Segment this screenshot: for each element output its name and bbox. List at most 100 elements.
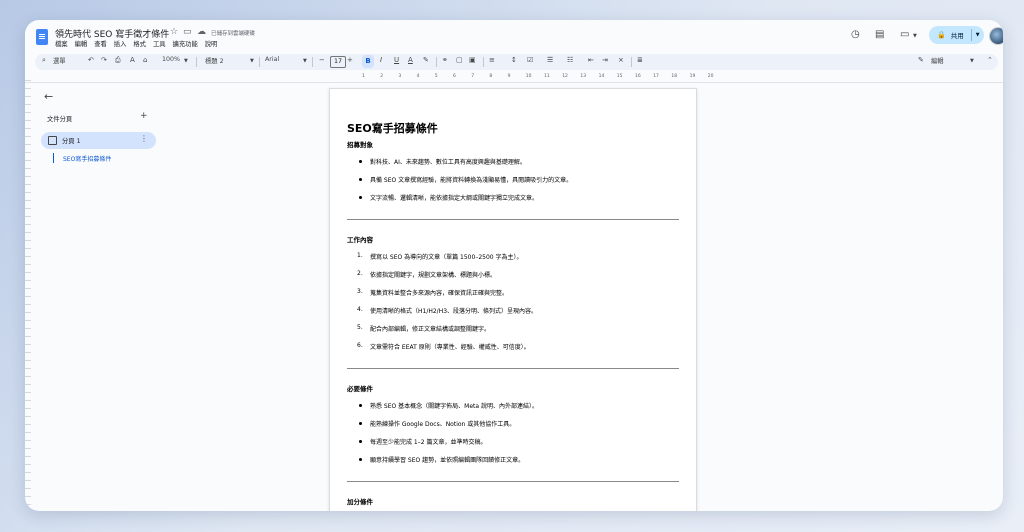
menu-help[interactable]: 說明 [205,39,218,48]
title-bar: 領先時代 SEO 寫手徵才條件 ☆ ▭ ☁ 已儲存到雲端硬碟 檔案 編輯 查看 … [25,20,1003,52]
image-icon[interactable]: ▣ [469,56,476,64]
ruler-mark: 20 [707,74,714,79]
menu-bar: 檔案 編輯 查看 插入 格式 工具 擴充功能 說明 [55,39,217,48]
editing-mode-dropdown-icon[interactable]: ▼ [970,58,974,64]
menu-extensions[interactable]: 擴充功能 [173,39,198,48]
ruler-mark: 12 [562,74,568,79]
decrease-font-size-button[interactable]: − [319,56,325,64]
list-item: 熟悉 SEO 基本概念（關鍵字佈局、Meta 說明、內外部連結）。 [370,403,538,410]
redo-icon[interactable]: ↷ [101,56,107,64]
bold-button[interactable]: B [362,55,374,68]
vertical-ruler[interactable] [25,80,31,511]
underline-button[interactable]: U [394,56,399,64]
comments-icon[interactable]: ▤ [875,29,884,40]
search-icon[interactable]: ⌕ [42,56,46,65]
bullet-list-icon[interactable]: ☰ [547,56,553,64]
ruler-mark: 6 [453,74,456,79]
docs-logo-icon[interactable] [36,29,48,45]
history-icon[interactable]: ◷ [851,29,860,40]
editing-mode-select[interactable]: 編輯 [931,56,944,65]
bullet-icon [359,404,362,407]
avatar[interactable] [989,27,1003,45]
outline-heading-item[interactable]: SEO寫手招募條件 [63,154,111,163]
list-item: 每週至少能完成 1–2 篇文章，並準時交稿。 [370,439,487,446]
clear-formatting-icon[interactable]: ⨯ [618,56,624,64]
link-icon[interactable]: ⚭ [442,56,448,64]
list-item: 依據指定關鍵字，規劃文章架構、標題與小標。 [370,272,497,279]
bullet-icon [359,440,362,443]
menu-insert[interactable]: 插入 [114,39,127,48]
meet-icon[interactable]: ▭ [900,29,909,40]
comment-icon[interactable]: ▢ [456,56,463,64]
ruler-mark: 4 [416,74,420,79]
checklist-icon[interactable]: ☑ [527,56,533,64]
pencil-icon[interactable]: ✎ [918,56,924,64]
star-icon[interactable]: ☆ [170,27,178,37]
list-item: 對科技、AI、未來趨勢、數位工具有高度興趣與基礎理解。 [370,159,526,166]
more-tools-icon[interactable]: ≣ [637,56,643,64]
align-icon[interactable]: ≡ [489,56,495,64]
line-spacing-icon[interactable]: ↕ [511,56,517,64]
zoom-dropdown-icon[interactable]: ▼ [184,58,188,64]
style-dropdown-icon[interactable]: ▼ [250,58,254,64]
sidebar-tab-1[interactable]: 分頁 1 ⋮ [41,132,156,149]
undo-icon[interactable]: ↶ [88,56,94,64]
ruler-mark: 7 [471,74,475,79]
ruler-mark: 14 [598,74,605,79]
section-heading: 加分條件 [347,498,373,506]
menu-tools[interactable]: 工具 [153,39,166,48]
paint-format-icon[interactable]: ⌂ [143,56,147,64]
menu-view[interactable]: 查看 [94,39,107,48]
font-dropdown-icon[interactable]: ▼ [303,58,307,64]
bullet-icon [359,458,362,461]
outline-indicator [53,153,54,163]
divider [312,57,313,67]
print-icon[interactable]: ⎙ [115,56,121,65]
share-dropdown-icon[interactable]: ▼ [976,32,980,38]
list-number: 3. [357,288,363,295]
italic-button[interactable]: I [380,56,382,64]
document-page[interactable]: SEO寫手招募條件 招募對象 對科技、AI、未來趨勢、數位工具有高度興趣與基礎理解… [329,88,697,511]
increase-indent-icon[interactable]: ⇥ [602,56,608,64]
tab-label: 分頁 1 [62,138,81,145]
menu-search-label[interactable]: 選單 [53,56,66,65]
back-arrow-icon[interactable]: ← [44,90,53,103]
add-tab-icon[interactable]: + [140,111,148,121]
move-folder-icon[interactable]: ▭ [183,27,192,37]
share-label: 共用 [950,32,964,40]
horizontal-rule [347,368,679,369]
zoom-select[interactable]: 100% [162,56,180,63]
numbered-list-icon[interactable]: ☷ [567,56,573,64]
increase-font-size-button[interactable]: + [347,56,353,64]
list-number: 5. [357,324,363,331]
ruler-mark: 19 [689,74,696,79]
font-select[interactable]: Arial [265,56,279,63]
highlight-icon[interactable]: ✎ [423,56,429,64]
bullet-icon [359,178,362,181]
more-options-icon[interactable]: ⋮ [140,134,148,143]
menu-edit[interactable]: 編輯 [75,39,88,48]
decrease-indent-icon[interactable]: ⇤ [588,56,594,64]
collapse-toolbar-icon[interactable]: ⌃ [987,56,993,64]
style-select[interactable]: 標題 2 [205,56,224,65]
horizontal-rule [347,481,679,482]
cloud-saved-icon[interactable]: ☁ [197,27,206,37]
list-item: 文字流暢、邏輯清晰，能依據指定大綱或關鍵字獨立完成文章。 [370,195,539,202]
menu-format[interactable]: 格式 [133,39,146,48]
meet-dropdown-icon[interactable]: ▼ [913,33,917,39]
save-status: 已儲存到雲端硬碟 [211,31,256,37]
lock-icon: 🔒 [937,31,946,39]
menu-file[interactable]: 檔案 [55,39,68,48]
font-size-input[interactable]: 17 [330,56,346,68]
share-divider [970,29,972,41]
bullet-icon [359,422,362,425]
list-number: 4. [357,306,363,313]
spellcheck-icon[interactable]: A [130,56,135,64]
horizontal-ruler[interactable]: 1 2 3 4 5 6 7 8 9 10 11 12 13 14 15 16 17 18 19 20 [350,74,720,82]
document-tabs-title: 文件分頁 [47,116,73,123]
list-item: 蒐集資料並整合多來源內容，確保資訊正確與完整。 [370,290,509,297]
text-color-button[interactable]: A [408,56,413,64]
ruler-mark: 16 [635,74,641,79]
share-button[interactable]: 🔒 共用 ▼ [929,26,984,44]
bullet-icon [359,160,362,163]
